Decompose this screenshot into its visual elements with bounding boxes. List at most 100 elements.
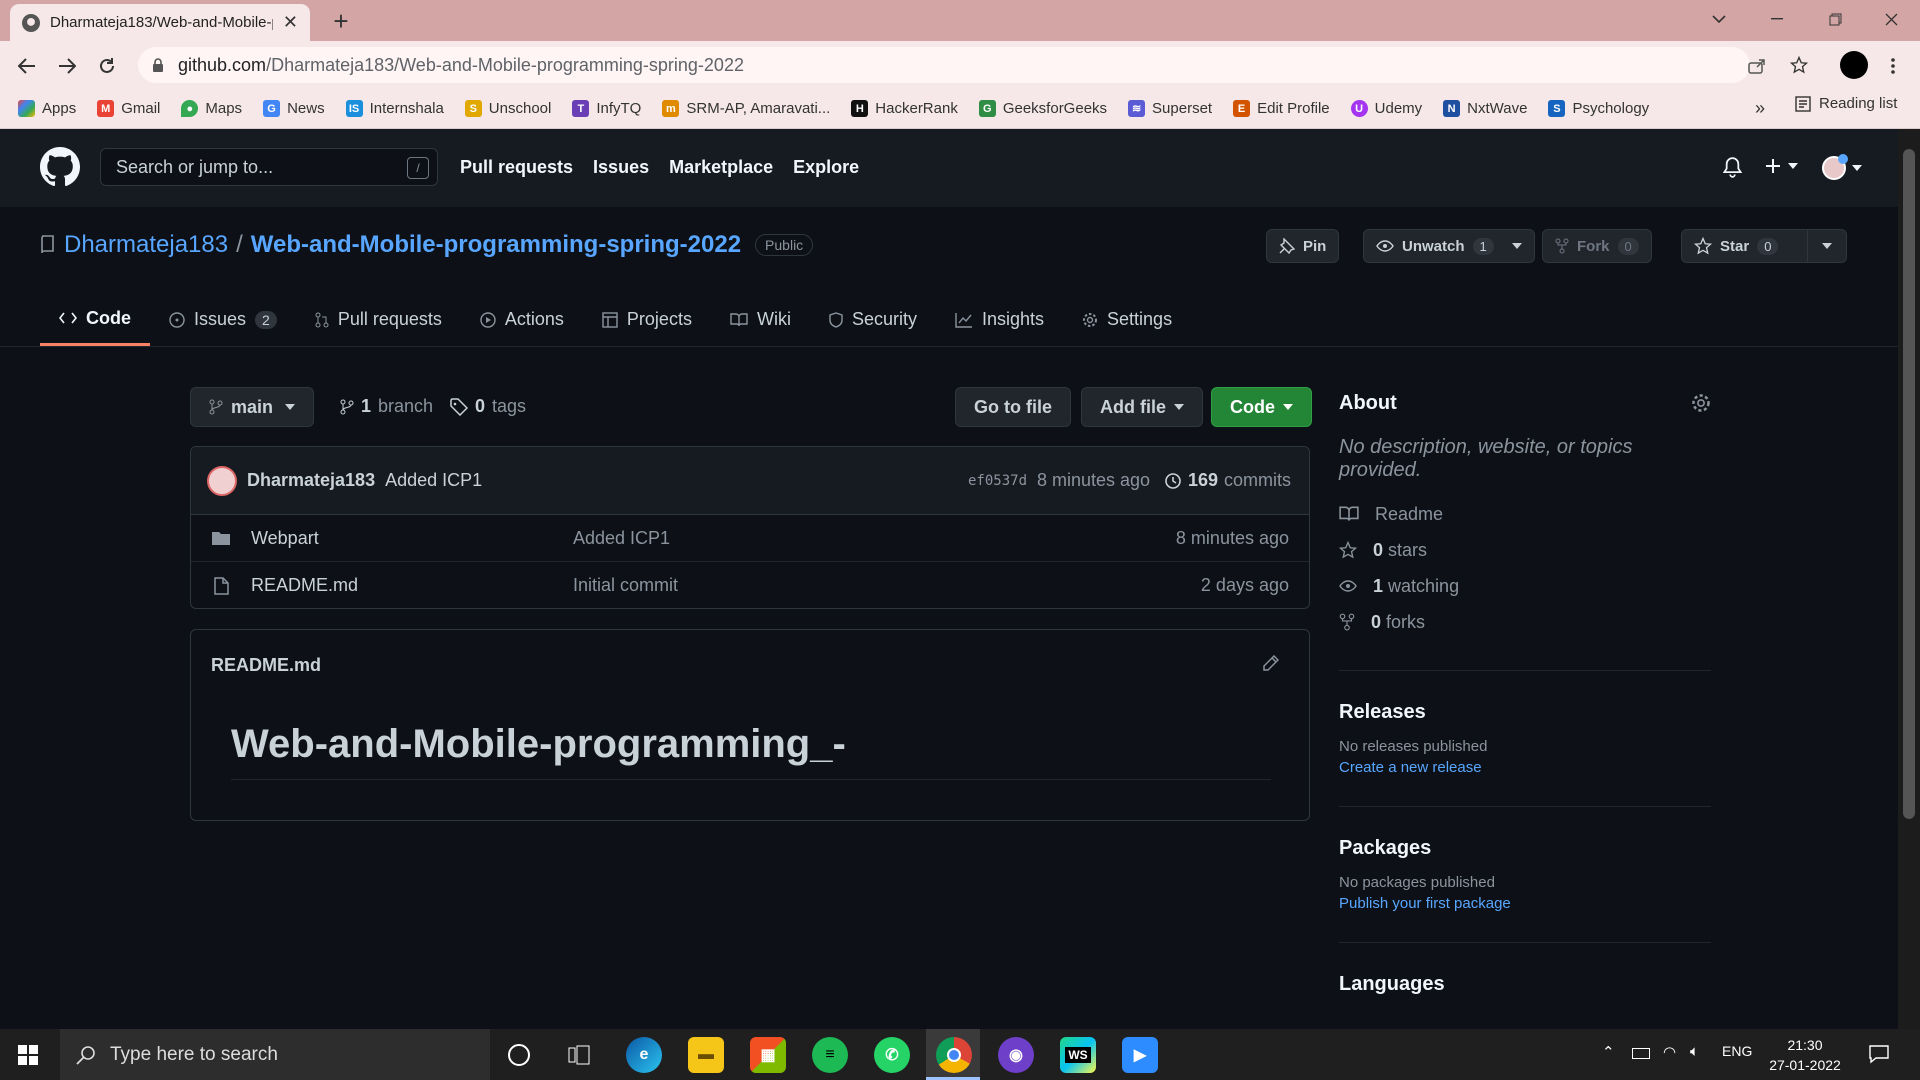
commit-message[interactable]: Added ICP1 [385, 470, 482, 491]
bookmark-hackerrank[interactable]: H HackerRank [851, 100, 958, 117]
tab-wiki[interactable]: Wiki [711, 293, 810, 346]
zoom-icon[interactable]: ▶ [1122, 1037, 1158, 1073]
notification-bell-icon[interactable] [1723, 157, 1742, 178]
bookmark-maps[interactable]: ● Maps [181, 100, 242, 117]
watching-link[interactable]: 1 watching [1339, 568, 1711, 604]
publish-package-link[interactable]: Publish your first package [1339, 895, 1711, 912]
code-download-button[interactable]: Code [1211, 387, 1312, 427]
tab-search-icon[interactable] [1690, 0, 1748, 38]
branches-link[interactable]: 1 branch [340, 396, 433, 417]
webstorm-icon[interactable]: WS [1060, 1037, 1096, 1073]
browser-tab[interactable]: Dharmateja183/Web-and-Mobile-programming… [10, 4, 310, 41]
global-search-input[interactable]: Search or jump to... / [100, 148, 438, 186]
create-release-link[interactable]: Create a new release [1339, 759, 1711, 776]
url-bar[interactable]: github.com/Dharmateja183/Web-and-Mobile-… [138, 47, 1808, 83]
star-list-caret-icon[interactable] [1822, 243, 1832, 249]
go-to-file-button[interactable]: Go to file [955, 387, 1071, 427]
tab-pull-requests[interactable]: Pull requests [296, 293, 461, 346]
gear-icon[interactable] [1691, 393, 1711, 413]
chrome-icon[interactable] [936, 1037, 972, 1073]
commit-sha[interactable]: ef0537d [968, 473, 1027, 489]
forward-icon[interactable] [54, 53, 80, 79]
notification-center-icon[interactable] [1868, 1043, 1890, 1065]
create-new-menu[interactable] [1764, 157, 1798, 175]
file-commit-message[interactable]: Added ICP1 [573, 528, 670, 549]
tray-chevron-up-icon[interactable]: ⌃ [1602, 1043, 1615, 1061]
profile-avatar[interactable] [1840, 51, 1868, 79]
bookmark-edit-profile[interactable]: E Edit Profile [1233, 100, 1330, 117]
reload-icon[interactable] [94, 53, 120, 79]
scrollbar-thumb[interactable] [1903, 149, 1915, 819]
readme-file-label[interactable]: README.md [211, 655, 321, 676]
clock[interactable]: 21:30 27-01-2022 [1765, 1035, 1845, 1075]
branch-select-button[interactable]: main [190, 387, 315, 427]
fork-button[interactable]: Fork 0 [1542, 229, 1652, 263]
bookmark-gmail[interactable]: M Gmail [97, 100, 160, 117]
input-language[interactable]: ENG [1722, 1043, 1752, 1059]
bookmark-internshala[interactable]: IS Internshala [345, 100, 444, 117]
bookmark-superset[interactable]: ≋ Superset [1128, 100, 1212, 117]
tab-projects[interactable]: Projects [583, 293, 711, 346]
file-name[interactable]: README.md [251, 575, 358, 596]
new-tab-button[interactable]: + [326, 6, 356, 36]
releases-title[interactable]: Releases [1339, 701, 1711, 724]
commit-author[interactable]: Dharmateja183 [247, 470, 375, 491]
more-bookmarks-button[interactable]: » [1755, 98, 1765, 119]
reading-list-button[interactable]: Reading list [1795, 95, 1897, 112]
nav-pull-requests[interactable]: Pull requests [460, 157, 573, 178]
taskbar-search-box[interactable]: Type here to search [60, 1029, 490, 1080]
file-row[interactable]: README.md Initial commit 2 days ago [191, 562, 1309, 608]
pencil-edit-icon[interactable] [1262, 655, 1279, 672]
repo-name-link[interactable]: Web-and-Mobile-programming-spring-2022 [251, 231, 741, 259]
spotify-icon[interactable]: ≡ [812, 1037, 848, 1073]
file-explorer-icon[interactable]: ▬ [688, 1037, 724, 1073]
microsoft-store-icon[interactable]: ▦ [750, 1037, 786, 1073]
bookmark-apps[interactable]: Apps [18, 100, 76, 117]
pin-button[interactable]: Pin [1266, 229, 1340, 263]
edge-icon[interactable]: e [626, 1037, 662, 1073]
close-tab-icon[interactable]: ✕ [283, 12, 298, 33]
task-view-icon[interactable] [568, 1044, 590, 1066]
repo-owner-link[interactable]: Dharmateja183 [64, 231, 228, 259]
whatsapp-icon[interactable]: ✆ [874, 1037, 910, 1073]
forks-link[interactable]: 0 forks [1339, 604, 1711, 640]
bookmark-news[interactable]: G News [263, 100, 325, 117]
bookmark-nxtwave[interactable]: N NxtWave [1443, 100, 1527, 117]
stars-link[interactable]: 0 stars [1339, 532, 1711, 568]
close-window-icon[interactable] [1862, 0, 1920, 38]
nav-issues[interactable]: Issues [593, 157, 649, 178]
windows-start-icon[interactable] [18, 1045, 38, 1065]
cortana-icon[interactable] [508, 1044, 530, 1066]
nav-explore[interactable]: Explore [793, 157, 859, 178]
file-name[interactable]: Webpart [251, 528, 319, 549]
github-logo-icon[interactable] [40, 147, 80, 187]
packages-title[interactable]: Packages [1339, 837, 1711, 860]
bookmark-infytq[interactable]: T InfyTQ [572, 100, 641, 117]
commit-author-avatar[interactable] [207, 465, 237, 496]
tab-actions[interactable]: Actions [461, 293, 583, 346]
avatar-caret-icon[interactable] [1852, 165, 1862, 171]
back-icon[interactable] [14, 53, 40, 79]
speaker-icon[interactable]: 🔈︎ [1690, 1043, 1699, 1060]
unwatch-button[interactable]: Unwatch 1 [1363, 229, 1535, 263]
add-file-button[interactable]: Add file [1081, 387, 1203, 427]
commits-history-link[interactable]: 169 commits [1164, 470, 1291, 491]
bookmark-star-icon[interactable] [1790, 56, 1808, 74]
battery-icon[interactable] [1632, 1048, 1650, 1059]
bookmark-unschool[interactable]: S Unschool [464, 100, 551, 117]
bookmark-udemy[interactable]: U Udemy [1350, 100, 1422, 117]
bookmark-geeksforgeeks[interactable]: G GeeksforGeeks [978, 100, 1107, 117]
tab-code[interactable]: Code [40, 293, 150, 346]
chrome-menu-icon[interactable] [1880, 53, 1906, 79]
tab-issues[interactable]: Issues 2 [150, 293, 296, 346]
tab-insights[interactable]: Insights [936, 293, 1063, 346]
tab-security[interactable]: Security [810, 293, 936, 346]
tags-link[interactable]: 0 tags [450, 396, 526, 417]
tab-settings[interactable]: Settings [1063, 293, 1191, 346]
wifi-icon[interactable]: ◠ [1663, 1043, 1676, 1061]
bookmark-srm[interactable]: m SRM-AP, Amaravati... [662, 100, 830, 117]
github-desktop-icon[interactable]: ◉ [998, 1037, 1034, 1073]
file-commit-message[interactable]: Initial commit [573, 575, 678, 596]
star-button[interactable]: Star 0 [1681, 229, 1847, 263]
file-row[interactable]: Webpart Added ICP1 8 minutes ago [191, 515, 1309, 562]
